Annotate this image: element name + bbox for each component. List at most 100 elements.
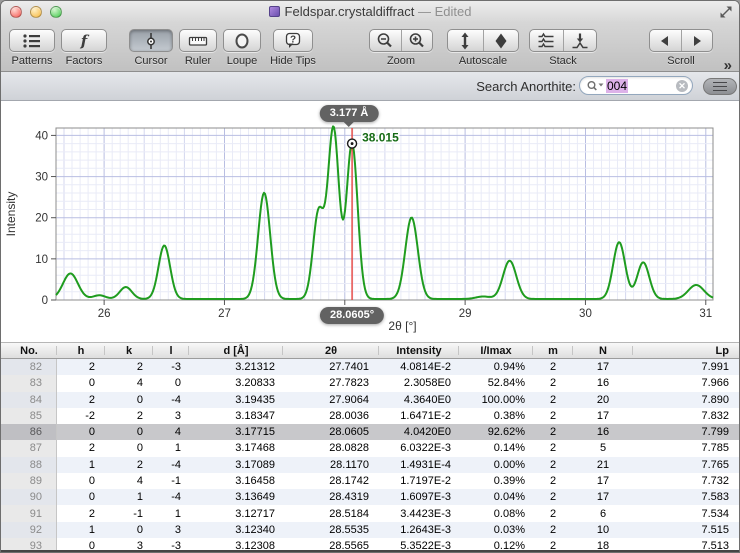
autoscale-fit-button[interactable] bbox=[483, 30, 518, 51]
stack-patterns-button[interactable] bbox=[530, 30, 563, 51]
table-row[interactable]: 912-113.1271728.51843.4423E-30.08%267.53… bbox=[1, 505, 740, 521]
table-cell: 4.3640E0 bbox=[379, 392, 459, 408]
close-button[interactable] bbox=[10, 6, 22, 18]
patterns-button[interactable]: Patterns bbox=[9, 29, 55, 67]
column-header[interactable]: l bbox=[153, 343, 189, 358]
table-row[interactable]: 9001-43.1364928.43191.6097E-30.04%2177.5… bbox=[1, 489, 740, 505]
fullscreen-icon[interactable] bbox=[719, 5, 733, 19]
row-number-cell: 82 bbox=[1, 359, 57, 375]
x-tick-label: 26 bbox=[98, 308, 111, 320]
table-row[interactable]: 8812-43.1708928.11701.4931E-40.00%2217.7… bbox=[1, 457, 740, 473]
column-header[interactable]: I/Imax bbox=[459, 343, 533, 358]
x-tick-label: 29 bbox=[459, 308, 472, 320]
column-header[interactable]: d [Å] bbox=[189, 343, 283, 358]
ruler-button[interactable]: Ruler bbox=[179, 29, 217, 67]
table-cell: 3 bbox=[153, 408, 189, 424]
grid bbox=[56, 128, 713, 300]
table-cell: 27.9064 bbox=[283, 392, 379, 408]
search-bar: Search Anorthite: 004 ✕ bbox=[1, 72, 739, 101]
table-cell: 0.39% bbox=[459, 473, 533, 489]
table-cell: 0 bbox=[105, 392, 153, 408]
table-cell: 6.0322E-3 bbox=[379, 440, 459, 456]
zoom-window-button[interactable] bbox=[50, 6, 62, 18]
column-header[interactable]: 2θ bbox=[283, 343, 379, 358]
table-row[interactable]: 872013.1746828.08286.0322E-30.14%257.785 bbox=[1, 440, 740, 456]
table-cell: 1 bbox=[105, 489, 153, 505]
cursor-button[interactable]: Cursor bbox=[129, 29, 173, 67]
reflections-list-button[interactable] bbox=[703, 78, 737, 95]
table-row[interactable]: 860043.1771528.06054.0420E092.62%2167.79… bbox=[1, 424, 740, 440]
table-cell: 52.84% bbox=[459, 375, 533, 391]
table-cell: 1 bbox=[153, 440, 189, 456]
column-header[interactable]: N bbox=[573, 343, 633, 358]
table-cell: 3.16458 bbox=[189, 473, 283, 489]
loupe-icon bbox=[232, 31, 252, 51]
table-cell: 1 bbox=[153, 505, 189, 521]
column-header[interactable]: Intensity bbox=[379, 343, 459, 358]
table-cell: 2 bbox=[533, 489, 573, 505]
table-cell: 3.21312 bbox=[189, 359, 283, 375]
table-cell: 28.0036 bbox=[283, 408, 379, 424]
table-cell: 2 bbox=[57, 505, 105, 521]
table-cell: 0.00% bbox=[459, 457, 533, 473]
factors-button[interactable]: f Factors bbox=[61, 29, 107, 67]
table-row[interactable]: 85-2233.1834728.00361.6471E-20.38%2177.8… bbox=[1, 408, 740, 424]
cursor-icon bbox=[141, 31, 161, 51]
table-cell: -1 bbox=[105, 505, 153, 521]
reflections-table-header: No.hkld [Å]2θIntensityI/ImaxmNLp bbox=[1, 342, 740, 359]
table-row[interactable]: 8222-33.2131227.74014.0814E-20.94%2177.9… bbox=[1, 359, 740, 375]
table-cell: 1.7197E-2 bbox=[379, 473, 459, 489]
zoom-out-icon bbox=[375, 31, 395, 51]
table-cell: 0 bbox=[153, 375, 189, 391]
y-tick-label: 10 bbox=[35, 254, 48, 266]
table-cell: -4 bbox=[153, 457, 189, 473]
table-cell: 2 bbox=[533, 392, 573, 408]
table-cell: 0 bbox=[57, 424, 105, 440]
table-cell: -4 bbox=[153, 392, 189, 408]
autoscale-vertical-button[interactable] bbox=[448, 30, 483, 51]
table-row[interactable]: 8904-13.1645828.17421.7197E-20.39%2177.7… bbox=[1, 473, 740, 489]
table-cell: 2 bbox=[533, 424, 573, 440]
table-cell: 2 bbox=[533, 522, 573, 538]
loupe-button[interactable]: Loupe bbox=[223, 29, 261, 67]
minimize-button[interactable] bbox=[30, 6, 42, 18]
column-header[interactable]: h bbox=[57, 343, 105, 358]
ruler-icon bbox=[188, 33, 208, 49]
search-input[interactable]: 004 ✕ bbox=[579, 76, 693, 95]
title-bar[interactable]: Feldspar.crystaldiffract — Edited bbox=[1, 1, 739, 23]
hide-tips-button[interactable]: ? Hide Tips bbox=[267, 29, 319, 67]
table-cell: 28.1170 bbox=[283, 457, 379, 473]
diffraction-plot[interactable]: 2627282930310102030402θ [°]Intensity38.0… bbox=[1, 101, 740, 342]
cursor-angle-tooltip[interactable]: 28.0605° bbox=[320, 307, 384, 324]
table-cell: 4.0420E0 bbox=[379, 424, 459, 440]
table-row[interactable]: 921033.1234028.55351.2643E-30.03%2107.51… bbox=[1, 522, 740, 538]
factors-icon: f bbox=[74, 31, 94, 51]
column-header[interactable]: k bbox=[105, 343, 153, 358]
scroll-right-button[interactable] bbox=[681, 30, 712, 51]
column-header[interactable]: m bbox=[533, 343, 573, 358]
row-number-cell: 88 bbox=[1, 457, 57, 473]
search-icon[interactable] bbox=[586, 80, 605, 92]
table-cell: 4.0814E-2 bbox=[379, 359, 459, 375]
stack-align-button[interactable] bbox=[563, 30, 596, 51]
table-cell: 2 bbox=[105, 457, 153, 473]
row-number-cell: 92 bbox=[1, 522, 57, 538]
cursor-dspacing-tooltip[interactable]: 3.177 Å bbox=[320, 105, 379, 122]
zoom-out-button[interactable] bbox=[370, 30, 401, 51]
table-cell: 10 bbox=[573, 522, 633, 538]
plot-canvas[interactable]: 2627282930310102030402θ [°]Intensity38.0… bbox=[1, 101, 740, 342]
column-header[interactable]: Lp bbox=[633, 343, 740, 358]
zoom-in-button[interactable] bbox=[401, 30, 432, 51]
table-cell: 17 bbox=[573, 359, 633, 375]
clear-search-icon[interactable]: ✕ bbox=[676, 80, 688, 92]
table-row[interactable]: 8420-43.1943527.90644.3640E0100.00%2207.… bbox=[1, 392, 740, 408]
column-header[interactable]: No. bbox=[1, 343, 57, 358]
table-row[interactable]: 830403.2083327.78232.3058E052.84%2167.96… bbox=[1, 375, 740, 391]
table-cell: 28.1742 bbox=[283, 473, 379, 489]
scroll-left-button[interactable] bbox=[650, 30, 681, 51]
x-axis-label: 2θ [°] bbox=[388, 319, 416, 333]
hamburger-icon bbox=[713, 82, 727, 84]
table-cell: 2 bbox=[57, 359, 105, 375]
table-cell: -1 bbox=[153, 473, 189, 489]
table-cell: 3.17468 bbox=[189, 440, 283, 456]
